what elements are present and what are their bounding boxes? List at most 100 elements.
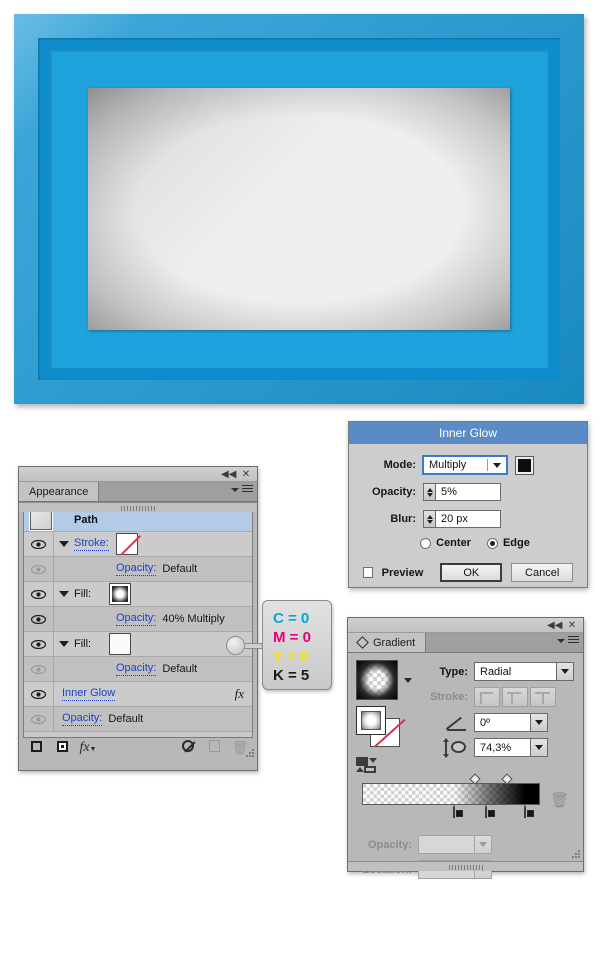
appearance-footer-toolbar: fx▼ 🗑 — [23, 738, 253, 757]
blur-input-value: 20 px — [441, 513, 468, 525]
frame-middle-band — [38, 38, 560, 380]
panel-menu-button[interactable] — [557, 636, 579, 645]
appearance-row-fill-gradient-opacity[interactable]: Opacity: 40% Multiply — [24, 607, 252, 632]
artwork-illustration — [14, 14, 584, 404]
path-thumbnail-icon — [29, 508, 53, 531]
fill-solid-opacity-label[interactable]: Opacity: — [116, 662, 157, 676]
duplicate-item-button[interactable] — [201, 740, 227, 755]
disclosure-triangle-fill-solid[interactable] — [54, 641, 74, 647]
disclosure-triangle-fill-gradient[interactable] — [54, 591, 74, 597]
radio-center[interactable]: Center — [420, 537, 471, 549]
delete-stop-icon[interactable]: 🗑 — [550, 791, 569, 809]
inner-glow-title-bar: Inner Glow — [349, 422, 587, 444]
close-icon[interactable]: ✕ — [239, 468, 253, 481]
blur-stepper[interactable] — [423, 510, 435, 528]
fill-solid-swatch[interactable] — [109, 633, 132, 655]
frame-inner-band — [50, 50, 548, 368]
gradient-stop-0[interactable] — [453, 804, 465, 822]
visibility-toggle-stroke[interactable] — [24, 532, 54, 556]
gradient-preview-thumbnail[interactable] — [356, 660, 398, 700]
dialog-button-row: Preview OK Cancel — [363, 563, 573, 582]
collapse-icon[interactable]: ◀◀ — [547, 619, 562, 632]
panel-resize-grip[interactable] — [246, 749, 255, 758]
visibility-toggle-stroke-opacity[interactable] — [24, 557, 54, 581]
fill-gradient-opacity-label[interactable]: Opacity: — [116, 612, 157, 626]
stroke-label[interactable]: Stroke: — [74, 537, 109, 551]
visibility-toggle-inner-glow-opacity[interactable] — [24, 707, 54, 731]
visibility-toggle-fill-gradient[interactable] — [24, 582, 54, 606]
fill-gradient-label[interactable]: Fill: — [74, 588, 91, 600]
fx-icon: fx — [79, 739, 90, 755]
fill-solid-label[interactable]: Fill: — [74, 638, 91, 650]
stroke-opacity-value: Default — [162, 563, 198, 575]
panel-resize-grip[interactable] — [572, 850, 581, 859]
mode-select[interactable]: Multiply — [422, 455, 508, 475]
close-icon[interactable]: ✕ — [565, 619, 579, 632]
menu-caret-icon — [557, 638, 565, 643]
frame-outer-border — [14, 14, 584, 404]
stroke-centered-icon[interactable] — [502, 687, 528, 707]
type-select-arrow[interactable] — [556, 663, 573, 680]
opacity-input[interactable]: 5% — [435, 483, 501, 501]
visibility-toggle-fill-solid-opacity[interactable] — [24, 657, 54, 681]
chevron-down-icon[interactable] — [404, 677, 412, 683]
appearance-row-fill-gradient[interactable]: Fill: — [24, 582, 252, 607]
inner-glow-label[interactable]: Inner Glow — [62, 687, 116, 701]
type-select[interactable]: Radial — [474, 662, 574, 681]
inner-glow-opacity-label[interactable]: Opacity: — [62, 712, 103, 726]
visibility-toggle-fill-gradient-opacity[interactable] — [24, 607, 54, 631]
opacity-stepper[interactable] — [423, 483, 435, 501]
appearance-row-fill-solid[interactable]: Fill: — [24, 632, 252, 657]
fill-indicator-gradient[interactable] — [356, 706, 386, 735]
ok-button[interactable]: OK — [440, 563, 503, 582]
panel-drag-grip[interactable] — [448, 865, 483, 870]
gradient-opacity-arrow[interactable] — [474, 836, 491, 853]
appearance-footbar — [19, 502, 257, 512]
preview-checkbox[interactable] — [363, 567, 373, 578]
visibility-toggle-inner-glow[interactable] — [24, 682, 54, 706]
aspect-dropdown-arrow[interactable] — [530, 739, 547, 756]
appearance-row-stroke-opacity[interactable]: Opacity: Default — [24, 557, 252, 582]
eye-icon — [31, 689, 46, 699]
stroke-outside-icon[interactable] — [530, 687, 556, 707]
reverse-gradient-icon[interactable] — [356, 757, 384, 773]
tab-gradient[interactable]: Gradient — [348, 633, 427, 652]
panel-menu-button[interactable] — [231, 485, 253, 494]
add-new-stroke-button[interactable] — [23, 740, 49, 755]
visibility-toggle-fill-solid[interactable] — [24, 632, 54, 656]
fill-stroke-indicator[interactable] — [356, 706, 402, 748]
disclosure-triangle-stroke[interactable] — [54, 541, 74, 547]
collapse-icon[interactable]: ◀◀ — [221, 468, 236, 481]
appearance-row-stroke[interactable]: Stroke: — [24, 532, 252, 557]
stroke-opacity-label[interactable]: Opacity: — [116, 562, 157, 576]
stroke-swatch-none[interactable] — [115, 533, 138, 555]
gradient-stop-1[interactable] — [485, 804, 497, 822]
panel-drag-grip[interactable] — [121, 506, 155, 511]
appearance-row-inner-glow[interactable]: Inner Glow fx — [24, 682, 252, 707]
fx-icon[interactable]: fx — [235, 686, 244, 702]
gradient-panel: ◀◀ ✕ Gradient Type: Radial Stroke: 0º 74… — [347, 617, 584, 879]
aspect-input[interactable]: 74,3% — [474, 738, 548, 757]
angle-dropdown-arrow[interactable] — [530, 714, 547, 731]
blur-input[interactable]: 20 px — [435, 510, 501, 528]
add-new-fill-button[interactable] — [49, 740, 75, 755]
glow-color-swatch[interactable] — [515, 455, 534, 475]
appearance-row-inner-glow-opacity[interactable]: Opacity: Default — [24, 707, 252, 732]
cancel-button[interactable]: Cancel — [511, 563, 573, 582]
chevron-down-icon — [561, 669, 569, 674]
fill-gradient-swatch[interactable] — [109, 583, 132, 605]
angle-input[interactable]: 0º — [474, 713, 548, 732]
radio-edge[interactable]: Edge — [486, 537, 530, 549]
gradient-ramp[interactable] — [362, 783, 540, 805]
opacity-label: Opacity: — [371, 486, 416, 498]
tab-appearance[interactable]: Appearance — [19, 482, 100, 501]
gradient-stop-2[interactable] — [524, 804, 536, 822]
add-new-effect-button[interactable]: fx▼ — [75, 740, 101, 756]
clear-appearance-button[interactable] — [175, 740, 201, 755]
appearance-row-fill-solid-opacity[interactable]: Opacity: Default — [24, 657, 252, 682]
stroke-within-icon[interactable] — [474, 687, 500, 707]
gradient-opacity-input[interactable] — [418, 835, 492, 854]
hamburger-icon — [568, 636, 579, 645]
gradient-slider[interactable]: 🗑 — [362, 773, 575, 818]
stroke-row: Stroke: — [412, 687, 575, 707]
